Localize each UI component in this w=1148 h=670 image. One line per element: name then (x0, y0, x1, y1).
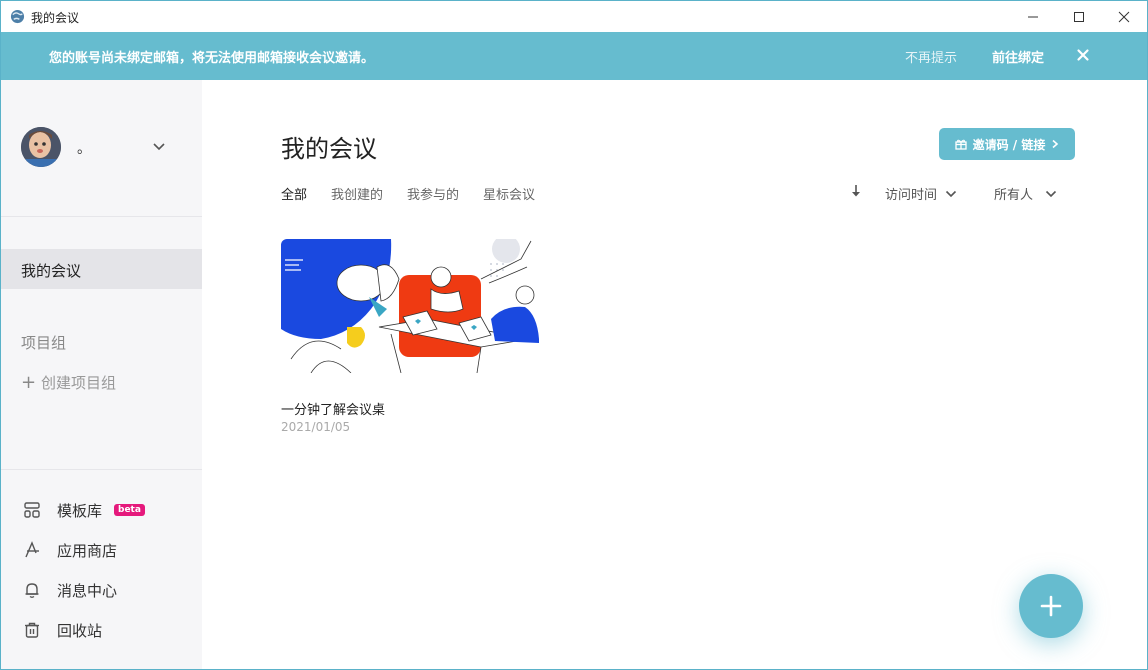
tab-joined[interactable]: 我参与的 (407, 184, 459, 203)
username: 。 (77, 141, 91, 157)
project-group-title: 项目组 (21, 334, 67, 352)
plus-icon (1040, 595, 1062, 617)
chevron-down-icon (945, 190, 957, 197)
tab-starred[interactable]: 星标会议 (483, 184, 535, 203)
template-icon (24, 502, 40, 518)
beta-badge: beta (114, 504, 145, 516)
meeting-illustration (281, 239, 539, 373)
gift-icon (954, 139, 967, 150)
page-title: 我的会议 (281, 135, 377, 163)
maximize-button[interactable] (1056, 1, 1102, 32)
title-bar: 我的会议 (1, 1, 1147, 32)
sidebar-item-label: 应用商店 (57, 541, 118, 560)
new-meeting-button[interactable] (1019, 574, 1083, 638)
banner-close-icon[interactable] (1075, 47, 1091, 63)
tab-all[interactable]: 全部 (281, 184, 307, 203)
chevron-down-icon (1045, 190, 1057, 197)
sidebar: 。 我的会议 项目组 + 创建项目组 模板库 beta 应用商店 消息中心 回收… (1, 80, 202, 669)
create-project-group-label: 创建项目组 (41, 374, 117, 392)
sort-direction-icon[interactable] (850, 184, 862, 198)
meeting-date: 2021/01/05 (281, 420, 351, 434)
bell-icon (25, 583, 39, 598)
sidebar-divider (1, 469, 202, 470)
sidebar-item-app-store[interactable]: 应用商店 (23, 538, 117, 562)
maximize-icon (1074, 11, 1084, 22)
sort-field-label: 访问时间 (885, 188, 938, 203)
trash-icon (25, 622, 39, 638)
chevron-right-icon (1052, 139, 1059, 149)
dont-show-again-link[interactable]: 不再提示 (905, 47, 957, 66)
meeting-title: 一分钟了解会议桌 (281, 403, 386, 418)
meeting-filter-tabs: 全部 我创建的 我参与的 星标会议 (281, 184, 535, 203)
minimize-icon (1028, 16, 1038, 17)
window-title: 我的会议 (31, 11, 80, 25)
plus-icon: + (21, 372, 37, 393)
sidebar-divider (1, 216, 202, 217)
owner-filter-label: 所有人 (994, 188, 1034, 203)
email-binding-banner: 您的账号尚未绑定邮箱，将无法使用邮箱接收会议邀请。 不再提示 前往绑定 (1, 32, 1147, 80)
meeting-card[interactable]: 一分钟了解会议桌 2021/01/05 (281, 239, 539, 439)
minimize-button[interactable] (1010, 1, 1056, 32)
close-icon (1118, 11, 1130, 22)
app-store-icon (25, 541, 39, 558)
create-project-group-button[interactable]: + 创建项目组 (21, 372, 116, 393)
sidebar-item-trash[interactable]: 回收站 (23, 618, 102, 642)
go-bind-link[interactable]: 前往绑定 (992, 47, 1044, 66)
close-window-button[interactable] (1101, 1, 1147, 32)
chevron-down-icon[interactable] (152, 142, 166, 152)
meeting-thumbnail (281, 239, 539, 373)
globe-app-icon (10, 9, 25, 24)
owner-filter-dropdown[interactable]: 所有人 (994, 184, 1057, 203)
tab-created[interactable]: 我创建的 (331, 184, 383, 203)
sidebar-item-label: 模板库 (57, 501, 103, 520)
invite-code-link-button[interactable]: 邀请码 / 链接 (939, 128, 1075, 160)
banner-message: 您的账号尚未绑定邮箱，将无法使用邮箱接收会议邀请。 (49, 51, 375, 66)
sidebar-item-label: 回收站 (57, 621, 103, 640)
sort-field-dropdown[interactable]: 访问时间 (885, 184, 957, 203)
sidebar-item-my-meetings[interactable]: 我的会议 (1, 249, 202, 289)
sidebar-item-label: 我的会议 (21, 262, 82, 280)
sidebar-item-templates[interactable]: 模板库 beta (23, 498, 145, 522)
sidebar-item-messages[interactable]: 消息中心 (23, 578, 117, 602)
avatar-image (21, 127, 61, 167)
sidebar-item-label: 消息中心 (57, 581, 118, 600)
avatar[interactable] (21, 127, 61, 167)
invite-button-label: 邀请码 / 链接 (972, 137, 1046, 152)
